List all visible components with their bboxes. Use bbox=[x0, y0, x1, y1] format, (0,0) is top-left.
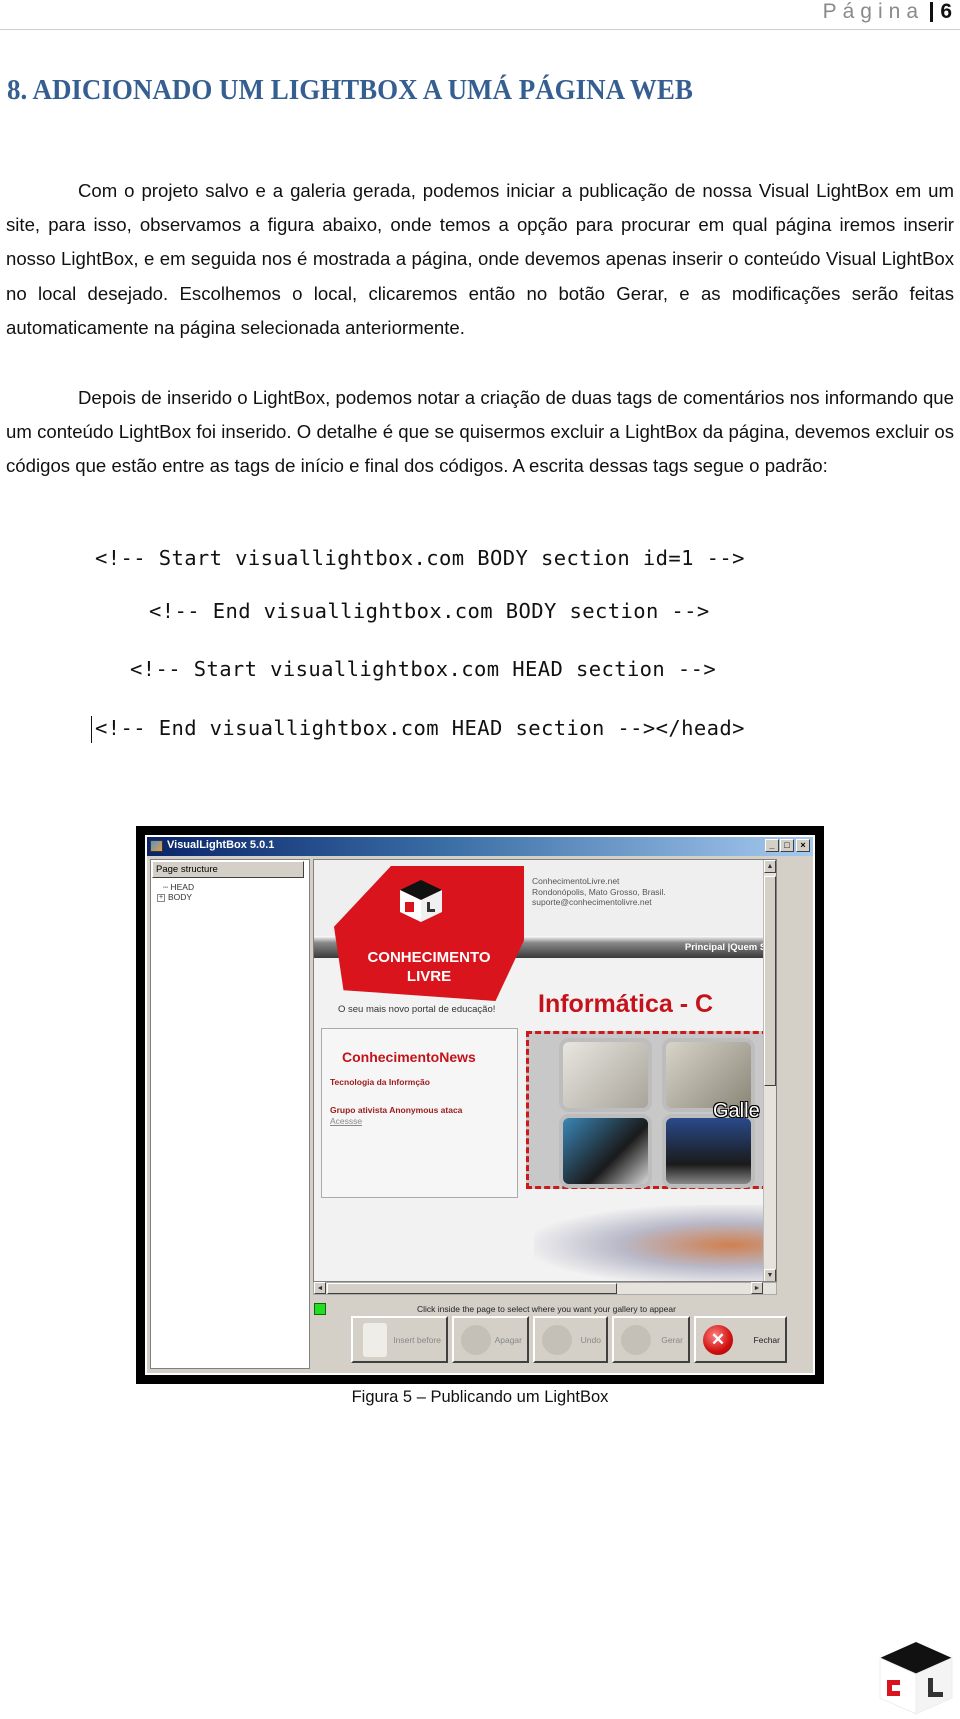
gallery-label: Galle bbox=[713, 1100, 760, 1122]
section-title: Informática - C bbox=[538, 990, 714, 1018]
close-x-icon: ✕ bbox=[703, 1325, 733, 1355]
contact-line: ConhecimentoLivre.net bbox=[532, 876, 620, 886]
section-heading: 8. ADICIONADO UM LIGHTBOX A UMÁ PÁGINA W… bbox=[7, 74, 693, 106]
site-logo-title: CONHECIMENTO LIVRE bbox=[367, 949, 491, 985]
site-tagline: O seu mais novo portal de educação! bbox=[338, 1004, 496, 1015]
scroll-up-button[interactable]: ▲ bbox=[764, 860, 776, 873]
window-title: VisualLightBox 5.0.1 bbox=[167, 839, 275, 851]
page-header: Página 6 bbox=[0, 0, 960, 30]
page-structure-panel: Page structure ┄ HEAD + BODY bbox=[150, 859, 310, 1369]
code-line-body-start: <!-- Start visuallightbox.com BODY secti… bbox=[95, 546, 745, 570]
cube-logo-icon bbox=[879, 1642, 953, 1715]
site-nav-links[interactable]: Principal |Quem So bbox=[685, 942, 772, 953]
button-label: Insert before bbox=[393, 1335, 441, 1345]
title-bar: VisualLightBox 5.0.1 _ □ × bbox=[147, 837, 813, 856]
app-window: VisualLightBox 5.0.1 _ □ × Page structur… bbox=[145, 835, 815, 1375]
button-label: Fechar bbox=[753, 1335, 780, 1345]
status-indicator bbox=[314, 1303, 326, 1315]
gallery-thumbnail bbox=[559, 1114, 652, 1188]
undo-button[interactable]: Undo bbox=[533, 1316, 608, 1363]
scroll-right-button[interactable]: ► bbox=[751, 1282, 763, 1294]
vertical-scroll-thumb[interactable] bbox=[764, 876, 776, 1086]
page-label: Página bbox=[822, 0, 924, 23]
app-icon bbox=[150, 840, 163, 852]
news-read-link[interactable]: Acessse bbox=[330, 1116, 362, 1126]
news-item[interactable]: Tecnologia da Informção bbox=[330, 1077, 430, 1087]
button-label: Gerar bbox=[661, 1335, 683, 1345]
paragraph-1: Com o projeto salvo e a galeria gerada, … bbox=[6, 174, 954, 345]
scroll-left-button[interactable]: ◄ bbox=[314, 1282, 326, 1294]
figure-caption: Figura 5 – Publicando um LightBox bbox=[351, 1388, 609, 1406]
gallery-thumbnail bbox=[662, 1114, 755, 1188]
tree-item-body[interactable]: + BODY bbox=[157, 892, 192, 902]
cube-logo-icon bbox=[400, 880, 442, 922]
code-line-head-end: <!-- End visuallightbox.com HEAD section… bbox=[95, 716, 745, 740]
back-arrow-icon bbox=[542, 1325, 572, 1355]
scroll-down-button[interactable]: ▼ bbox=[764, 1269, 776, 1281]
tree-item-head-label: HEAD bbox=[170, 882, 195, 892]
news-item[interactable]: Grupo ativista Anonymous ataca bbox=[330, 1105, 462, 1115]
paragraph-1-text: Com o projeto salvo e a galeria gerada, … bbox=[6, 180, 954, 338]
delete-button[interactable]: Apagar bbox=[452, 1316, 529, 1363]
button-label: Undo bbox=[580, 1335, 601, 1345]
contact-line: Rondonópolis, Mato Grosso, Brasil. bbox=[532, 886, 666, 897]
generate-button[interactable]: Gerar bbox=[612, 1316, 690, 1363]
minus-circle-icon bbox=[461, 1325, 491, 1355]
figure-screenshot: VisualLightBox 5.0.1 _ □ × Page structur… bbox=[136, 826, 824, 1384]
news-box: ConhecimentoNews Tecnologia da Informção… bbox=[321, 1028, 518, 1198]
gallery-placeholder[interactable]: Galle bbox=[526, 1031, 776, 1189]
page-number: 6 bbox=[940, 0, 952, 23]
contact-line: suporte@conhecimentolivre.net bbox=[532, 897, 652, 907]
site-contact: ConhecimentoLivre.net Rondonópolis, Mato… bbox=[532, 876, 666, 908]
keyboard-hand-image bbox=[534, 1205, 776, 1281]
close-button[interactable]: × bbox=[796, 839, 810, 852]
gallery-thumbnail bbox=[559, 1038, 652, 1112]
code-line-body-end: <!-- End visuallightbox.com BODY section… bbox=[149, 599, 710, 623]
page-preview[interactable]: ConhecimentoLivre.net Rondonópolis, Mato… bbox=[313, 859, 777, 1282]
horizontal-scroll-thumb[interactable] bbox=[327, 1283, 617, 1294]
panel-header: Page structure bbox=[152, 861, 304, 878]
tree-item-body-label: BODY bbox=[168, 892, 193, 902]
vertical-scrollbar[interactable]: ▲ ▼ bbox=[763, 860, 776, 1281]
status-message: Click inside the page to select where yo… bbox=[417, 1304, 676, 1314]
page-separator bbox=[930, 2, 933, 22]
globe-icon bbox=[621, 1325, 651, 1355]
document-check-icon bbox=[363, 1323, 387, 1357]
button-label: Apagar bbox=[494, 1335, 522, 1345]
paragraph-2: Depois de inserido o LightBox, podemos n… bbox=[6, 381, 954, 484]
minimize-button[interactable]: _ bbox=[765, 839, 779, 852]
close-app-button[interactable]: ✕ Fechar bbox=[694, 1316, 787, 1363]
horizontal-scrollbar[interactable]: ◄ ► bbox=[313, 1282, 777, 1295]
news-title: ConhecimentoNews bbox=[342, 1049, 476, 1065]
paragraph-2-text: Depois de inserido o LightBox, podemos n… bbox=[6, 387, 954, 477]
insert-before-button[interactable]: Insert before bbox=[351, 1316, 448, 1363]
code-line-head-start: <!-- Start visuallightbox.com HEAD secti… bbox=[130, 657, 717, 681]
maximize-button[interactable]: □ bbox=[780, 839, 794, 852]
expand-icon[interactable]: + bbox=[157, 893, 165, 902]
text-cursor bbox=[91, 716, 92, 743]
